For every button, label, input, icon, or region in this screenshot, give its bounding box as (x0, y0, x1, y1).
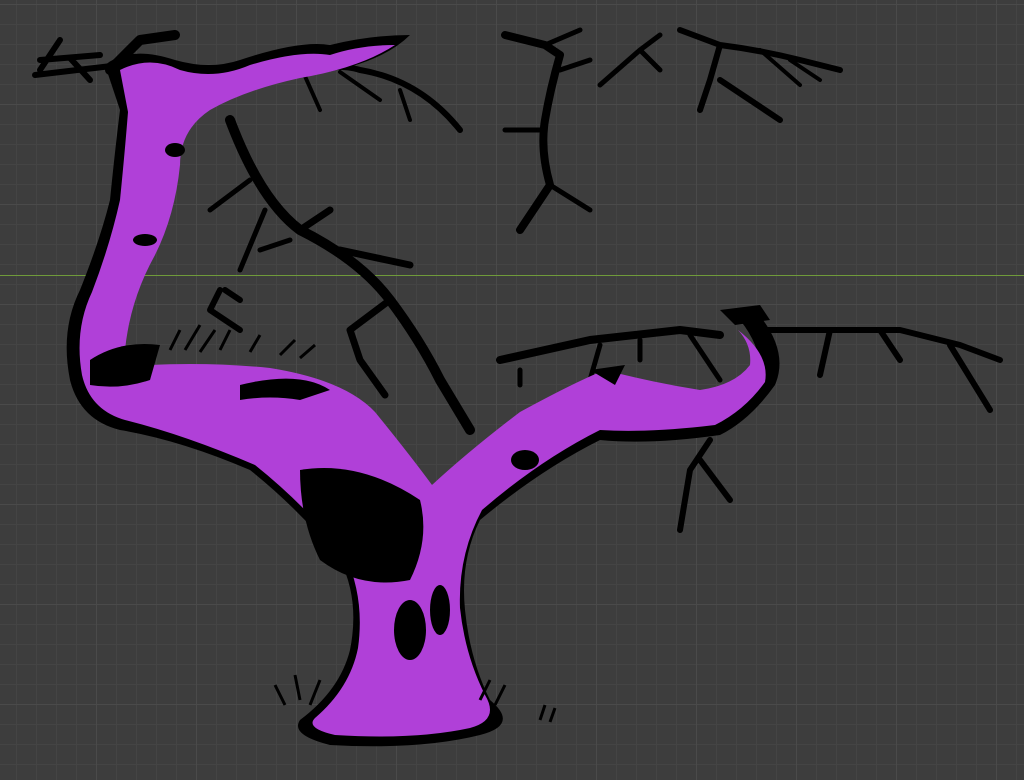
tree-artwork[interactable] (0, 0, 1024, 780)
editor-viewport[interactable] (0, 0, 1024, 780)
tree-trunk (66, 35, 780, 747)
